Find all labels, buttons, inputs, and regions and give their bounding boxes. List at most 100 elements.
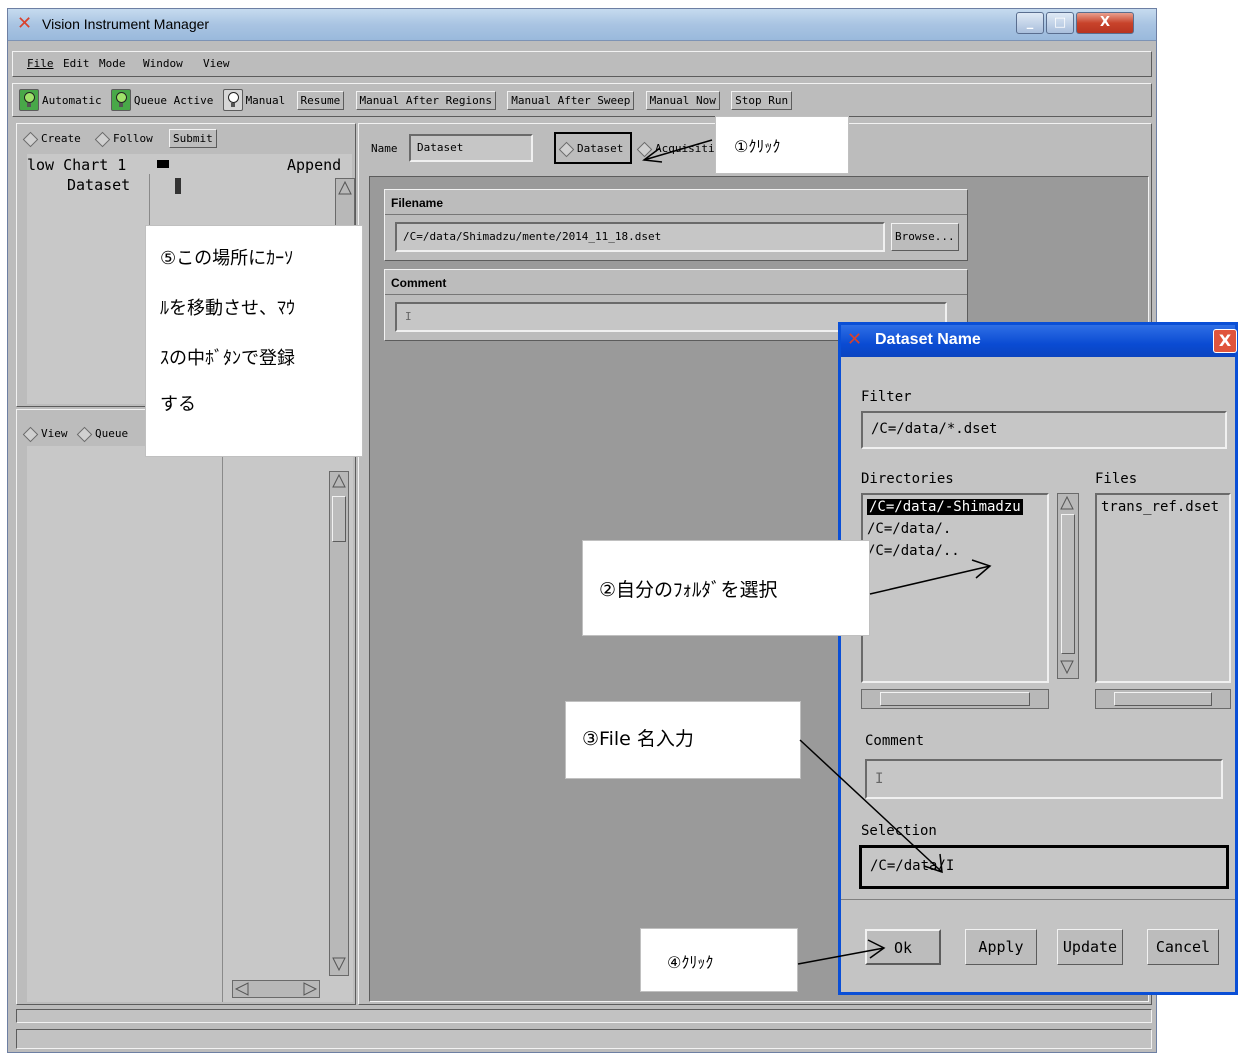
manual-after-sweep-button[interactable]: Manual After Sweep: [507, 90, 635, 110]
list-item-name[interactable]: Dataset: [67, 176, 130, 194]
arrow-right-icon[interactable]: [303, 982, 317, 996]
vertical-scrollbar[interactable]: [329, 471, 349, 976]
menu-window[interactable]: Window: [143, 57, 183, 70]
dialog-title-bar[interactable]: ✕ Dataset Name X: [841, 325, 1237, 357]
status-bar: [16, 1029, 1152, 1049]
filename-group: Filename /C=/data/Shimadzu/mente/2014_11…: [384, 189, 968, 261]
window-title: Vision Instrument Manager: [42, 16, 210, 32]
dialog-close-button[interactable]: X: [1213, 329, 1237, 353]
directory-item[interactable]: /C=/data/..: [867, 543, 960, 559]
note-3-filename: ③File 名入力: [565, 701, 801, 779]
filter-input[interactable]: /C=/data/*.dset: [861, 411, 1227, 449]
arrow-up-icon[interactable]: [332, 474, 346, 488]
arrow-left-icon[interactable]: [235, 982, 249, 996]
x-logo-icon: ✕: [17, 13, 33, 34]
directory-item[interactable]: /C=/data/.: [867, 521, 951, 537]
horizontal-scrollbar-bottom[interactable]: [16, 1009, 1152, 1023]
radio-icon: [94, 131, 111, 147]
menu-mode[interactable]: Mode: [99, 57, 126, 70]
file-item[interactable]: trans_ref.dset: [1101, 499, 1219, 515]
name-input[interactable]: Dataset: [409, 134, 533, 162]
radio-icon: [76, 426, 93, 442]
automatic-label[interactable]: Automatic: [42, 94, 102, 107]
ok-button[interactable]: Ok: [865, 929, 941, 965]
queue-list: [27, 446, 353, 1002]
cancel-button[interactable]: Cancel: [1147, 929, 1219, 965]
manual-label[interactable]: Manual: [246, 94, 286, 107]
directory-item-selected[interactable]: /C=/data/-Shimadzu: [867, 499, 1023, 515]
comment-title: Comment: [391, 276, 447, 290]
selection-label: Selection: [861, 823, 937, 839]
note-1-click: ①ｸﾘｯｸ: [715, 116, 849, 174]
horizontal-scrollbar[interactable]: [232, 980, 320, 998]
divider: [841, 899, 1235, 900]
apply-button[interactable]: Apply: [965, 929, 1037, 965]
name-label: Name: [371, 142, 398, 155]
comment-label: Comment: [865, 733, 925, 749]
directories-hscroll[interactable]: [861, 689, 1049, 709]
filter-label: Filter: [861, 389, 912, 405]
menu-bar: File Edit Mode Window View: [12, 51, 1152, 77]
minimize-button[interactable]: _: [1016, 12, 1044, 34]
directories-vscroll[interactable]: [1057, 493, 1079, 679]
list-item-name[interactable]: low Chart 1: [27, 156, 126, 174]
create-radio[interactable]: Create: [22, 131, 81, 147]
maximize-button[interactable]: □: [1046, 12, 1074, 34]
stop-run-button[interactable]: Stop Run: [731, 90, 793, 110]
note-5-line: ｽの中ﾎﾞﾀﾝで登録: [160, 348, 295, 369]
note-5-line: ﾙを移動させ、ﾏｳ: [160, 298, 295, 319]
browse-button[interactable]: Browse...: [891, 223, 959, 251]
scroll-thumb[interactable]: [880, 692, 1030, 706]
scroll-thumb[interactable]: [1061, 514, 1075, 654]
arrow-up-icon[interactable]: [338, 181, 352, 195]
update-button[interactable]: Update: [1057, 929, 1123, 965]
manual-now-button[interactable]: Manual Now: [645, 90, 720, 110]
view-radio[interactable]: View: [22, 426, 68, 442]
directories-list: /C=/data/-Shimadzu /C=/data/. /C=/data/.…: [861, 493, 1049, 683]
acquisition-radio-label: Acquisiti: [655, 142, 715, 155]
menu-view[interactable]: View: [203, 57, 230, 70]
radio-icon: [636, 141, 653, 157]
radio-icon: [22, 131, 39, 147]
dialog-title: Dataset Name: [875, 331, 981, 348]
note-5-line: ⑤この場所にｶｰｿ: [160, 248, 294, 269]
view-label: View: [41, 427, 68, 440]
note-5-line: する: [160, 394, 196, 415]
queue-active-label[interactable]: Queue Active: [134, 94, 213, 107]
title-bar[interactable]: ✕ Vision Instrument Manager _ □ X: [8, 9, 1156, 41]
scroll-thumb[interactable]: [332, 496, 346, 542]
filename-input[interactable]: /C=/data/Shimadzu/mente/2014_11_18.dset: [395, 222, 885, 252]
files-hscroll[interactable]: [1095, 689, 1231, 709]
arrow-down-icon[interactable]: [1060, 660, 1074, 674]
automatic-bulb-icon[interactable]: [19, 89, 39, 111]
directories-label: Directories: [861, 471, 954, 487]
follow-radio[interactable]: Follow: [94, 131, 153, 147]
menu-edit[interactable]: Edit: [63, 57, 90, 70]
column-divider: [222, 446, 223, 1002]
manual-after-regions-button[interactable]: Manual After Regions: [355, 90, 496, 110]
comment-input[interactable]: I: [865, 759, 1223, 799]
acquisition-radio[interactable]: Acquisiti: [636, 141, 715, 157]
queue-label: Queue: [95, 427, 129, 440]
x-logo-icon: ✕: [847, 329, 863, 350]
arrow-down-icon[interactable]: [332, 957, 346, 971]
dataset-name-dialog: ✕ Dataset Name X Filter /C=/data/*.dset …: [838, 322, 1238, 995]
black-square-icon: [157, 160, 169, 168]
manual-bulb-icon[interactable]: [222, 89, 243, 111]
files-list: trans_ref.dset: [1095, 493, 1231, 683]
follow-label: Follow: [113, 132, 153, 145]
note-5: ⑤この場所にｶｰｿ ﾙを移動させ、ﾏｳ ｽの中ﾎﾞﾀﾝで登録 する: [145, 225, 363, 457]
menu-file[interactable]: File: [27, 57, 54, 70]
close-button[interactable]: X: [1076, 12, 1134, 34]
divider: [385, 294, 967, 295]
files-label: Files: [1095, 471, 1138, 487]
queue-active-bulb-icon[interactable]: [110, 89, 131, 111]
submit-button[interactable]: Submit: [169, 129, 217, 148]
scroll-thumb[interactable]: [1114, 692, 1212, 706]
queue-radio[interactable]: Queue: [76, 426, 129, 442]
slider-handle-icon[interactable]: [175, 178, 181, 194]
resume-button[interactable]: Resume: [296, 90, 345, 110]
arrow-up-icon[interactable]: [1060, 496, 1074, 510]
selection-input[interactable]: /C=/data/I: [859, 845, 1229, 889]
dataset-radio[interactable]: Dataset: [554, 132, 632, 164]
